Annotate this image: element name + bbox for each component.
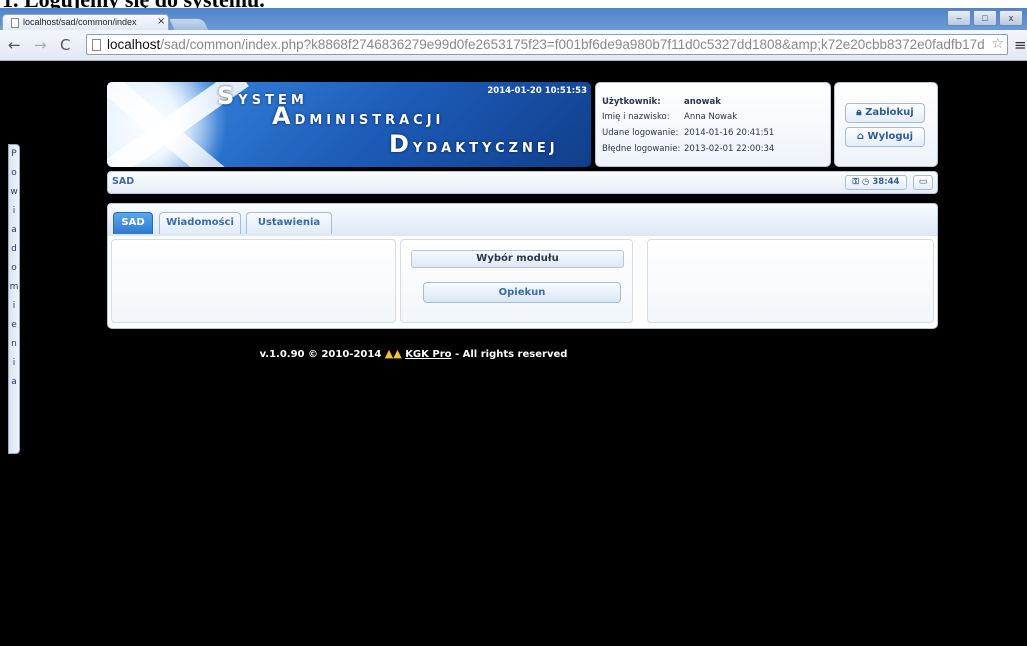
home-icon: ⌂ — [856, 131, 865, 142]
side-tab-letter: e — [11, 320, 17, 330]
close-window-button[interactable]: x — [999, 10, 1023, 26]
page-icon — [11, 18, 19, 28]
module-selection-title: Wybór modułu — [411, 250, 624, 268]
system-banner: SYSTEM ADMINISTRACJI DYDAKTYCZNEJ 2014-0… — [107, 82, 591, 167]
breadcrumb-bar: SAD ⚿ ◷ 38:44 ▭ — [107, 171, 938, 194]
user-row-login: Użytkownik: anowak — [602, 97, 721, 107]
clock-icon: ◷ — [861, 177, 870, 187]
content-column-right — [647, 239, 934, 323]
bookmark-star-icon[interactable]: ☆ — [991, 36, 1004, 52]
current-datetime: 2014-01-20 10:51:53 — [487, 86, 587, 96]
page-icon — [92, 39, 101, 51]
url-text[interactable]: localhost/sad/common/index.php?k8868f274… — [107, 37, 985, 52]
footer: v.1.0.90 © 2010-2014 ▲▲ KGK Pro - All ri… — [259, 347, 568, 360]
side-tab-letter: w — [10, 187, 18, 197]
chat-icon: ▭ — [918, 177, 928, 187]
kgk-logo-icon: ▲▲ — [384, 347, 402, 360]
browser-tabstrip: localhost/sad/common/index × – □ x — [0, 8, 1027, 32]
module-selection-panel: Wybór modułu Opiekun — [400, 239, 633, 323]
breadcrumb[interactable]: SAD — [112, 176, 134, 187]
module-caretaker-button[interactable]: Opiekun — [423, 282, 621, 303]
tab-settings[interactable]: Ustawienia — [246, 212, 332, 234]
side-tab-letter: m — [9, 282, 19, 292]
side-tab-letter: P — [11, 149, 17, 159]
side-tab-letter: o — [11, 168, 17, 178]
side-tab-letter: n — [11, 339, 17, 349]
side-tab-letter: a — [11, 377, 17, 387]
side-tab-letter: i — [12, 358, 16, 368]
tab-sad[interactable]: SAD — [113, 212, 153, 234]
side-tab-letter: i — [12, 301, 16, 311]
user-row-success-login: Udane logowanie: 2014-01-16 20:41:51 — [602, 128, 775, 138]
main-content: Wybór modułu Opiekun — [107, 236, 938, 329]
session-actions-panel: 🔒︎ Zablokuj ⌂ Wyloguj — [834, 82, 938, 167]
lock-button[interactable]: 🔒︎ Zablokuj — [845, 103, 925, 123]
side-tab-letter: a — [11, 225, 17, 235]
content-column-left — [111, 239, 396, 323]
side-tab-letter: o — [11, 263, 17, 273]
back-arrow-icon[interactable]: ← — [8, 36, 21, 54]
user-row-name: Imię i nazwisko: Anna Nowak — [602, 112, 738, 122]
reload-icon[interactable]: C — [60, 36, 70, 54]
side-tab-letter: d — [11, 244, 17, 254]
main-tabs: SAD Wiadomości Ustawienia — [107, 203, 938, 237]
banner-line-3: DYDAKTYCZNEJ — [389, 130, 559, 158]
session-timer[interactable]: ⚿ ◷ 38:44 — [845, 175, 907, 190]
forward-arrow-icon[interactable]: → — [34, 36, 47, 54]
side-tab-letter: i — [12, 206, 16, 216]
notifications-side-tab[interactable]: Powiadomienia — [8, 144, 20, 454]
user-info-panel: Użytkownik: anowak Imię i nazwisko: Anna N… — [595, 82, 831, 167]
banner-line-2: ADMINISTRACJI — [272, 102, 445, 130]
tab-title: localhost/sad/common/index — [23, 17, 137, 27]
maximize-button[interactable]: □ — [973, 10, 997, 26]
unlock-icon: ⚿ — [852, 177, 860, 187]
browser-toolbar: ← → C localhost/sad/common/index.php?k88… — [0, 30, 1027, 61]
address-bar[interactable]: localhost/sad/common/index.php?k8868f274… — [86, 34, 1008, 55]
kgk-pro-link[interactable]: KGK Pro — [405, 349, 451, 360]
menu-icon[interactable]: ≡ — [1014, 36, 1027, 54]
user-row-failed-login: Błędne logowanie: 2013-02-01 22:00:34 — [602, 144, 775, 154]
browser-tab[interactable]: localhost/sad/common/index × — [2, 14, 169, 31]
chat-button[interactable]: ▭ — [913, 175, 933, 190]
lock-icon: 🔒︎ — [856, 107, 862, 118]
logout-button[interactable]: ⌂ Wyloguj — [845, 127, 925, 147]
tab-messages[interactable]: Wiadomości — [159, 212, 241, 234]
close-icon[interactable]: × — [157, 16, 165, 27]
minimize-button[interactable]: – — [947, 10, 971, 26]
